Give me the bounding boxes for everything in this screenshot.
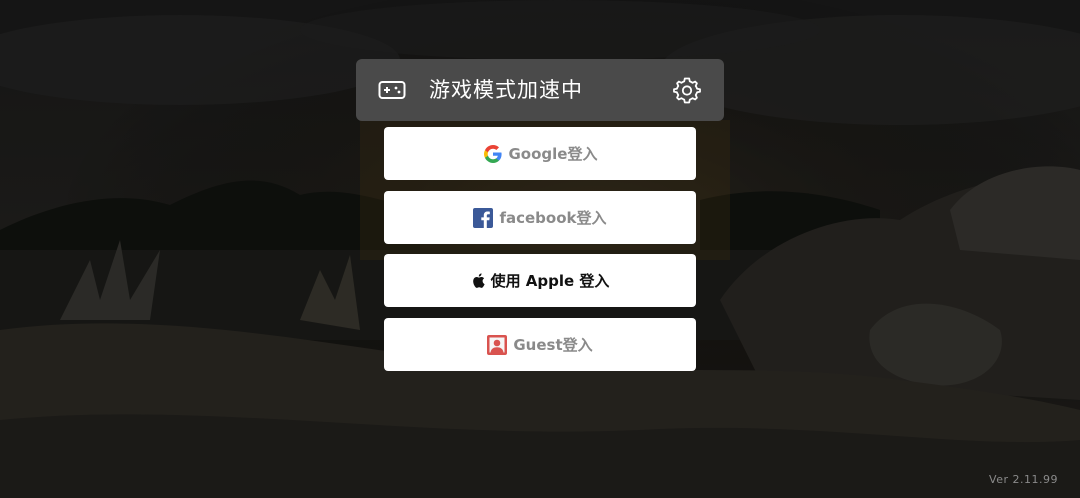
game-mode-banner: 游戏模式加速中: [356, 59, 724, 121]
guest-icon: [487, 334, 508, 355]
facebook-icon: [473, 207, 494, 228]
google-login-label: Google登入: [508, 144, 598, 163]
apple-login-label: 使用 Apple 登入: [490, 271, 610, 290]
gamepad-icon: [378, 81, 406, 99]
game-login-screen: 游戏模式加速中 Google登入 facebook登入 使用 Apple 登入: [0, 0, 1080, 498]
google-icon: [483, 144, 502, 163]
apple-login-button[interactable]: 使用 Apple 登入: [384, 254, 696, 307]
apple-icon: [472, 273, 485, 288]
facebook-login-button[interactable]: facebook登入: [384, 191, 696, 244]
google-login-button[interactable]: Google登入: [384, 127, 696, 180]
guest-login-button[interactable]: Guest登入: [384, 318, 696, 371]
facebook-login-label: facebook登入: [499, 208, 607, 227]
version-label: Ver 2.11.99: [989, 473, 1058, 486]
gear-icon[interactable]: [672, 75, 702, 105]
guest-login-label: Guest登入: [513, 335, 593, 354]
banner-title: 游戏模式加速中: [429, 78, 583, 102]
